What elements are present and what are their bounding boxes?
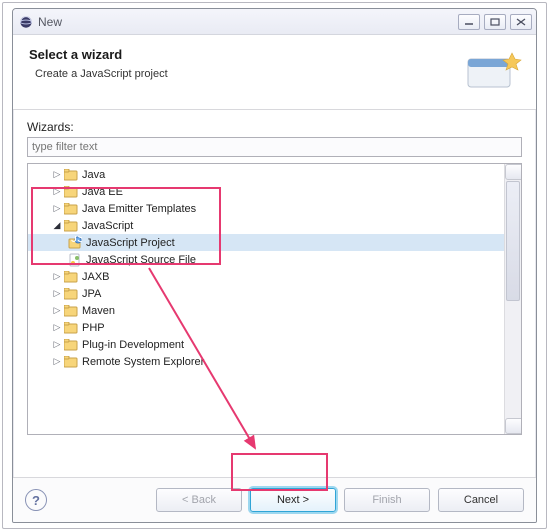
- new-wizard-dialog: New Select a wizard Create a JavaScript …: [12, 8, 537, 523]
- tree-scrollbar[interactable]: ▲ ▼: [504, 164, 521, 434]
- tree-item-rse[interactable]: ▷Remote System Explorer: [28, 353, 504, 370]
- tree-item-javaee[interactable]: ▷Java EE: [28, 183, 504, 200]
- titlebar[interactable]: New: [13, 9, 536, 35]
- next-button[interactable]: Next >: [250, 488, 336, 512]
- tree-item-jaxb[interactable]: ▷JAXB: [28, 268, 504, 285]
- scroll-down-button[interactable]: ▼: [505, 418, 522, 434]
- wizards-label: Wizards:: [27, 120, 522, 134]
- wizard-header: Select a wizard Create a JavaScript proj…: [13, 35, 536, 109]
- tree-item-javascript[interactable]: ◢JavaScript: [28, 217, 504, 234]
- page-subtitle: Create a JavaScript project: [35, 68, 462, 80]
- tree-item-plugin-dev[interactable]: ▷Plug-in Development: [28, 336, 504, 353]
- maximize-button[interactable]: [484, 14, 506, 30]
- scroll-up-button[interactable]: ▲: [505, 164, 522, 180]
- tree-item-php[interactable]: ▷PHP: [28, 319, 504, 336]
- help-button[interactable]: ?: [25, 489, 47, 511]
- tree-item-javascript-project[interactable]: JSJavaScript Project: [28, 234, 504, 251]
- tree-item-jpa[interactable]: ▷JPA: [28, 285, 504, 302]
- close-button[interactable]: [510, 14, 532, 30]
- wizard-banner-icon: [462, 47, 522, 95]
- dialog-footer: ? < Back Next > Finish Cancel: [13, 477, 536, 522]
- svg-text:JS: JS: [71, 236, 82, 245]
- wizard-tree[interactable]: ▷Java ▷Java EE ▷Java Emitter Templates ◢…: [27, 163, 522, 435]
- minimize-button[interactable]: [458, 14, 480, 30]
- window-title: New: [38, 15, 458, 29]
- cancel-button[interactable]: Cancel: [438, 488, 524, 512]
- filter-input[interactable]: [27, 137, 522, 157]
- tree-item-javascript-source-file[interactable]: JavaScript Source File: [28, 251, 504, 268]
- back-button[interactable]: < Back: [156, 488, 242, 512]
- tree-item-maven[interactable]: ▷Maven: [28, 302, 504, 319]
- finish-button[interactable]: Finish: [344, 488, 430, 512]
- scroll-thumb[interactable]: [506, 181, 520, 301]
- page-title: Select a wizard: [29, 47, 462, 62]
- eclipse-icon: [19, 15, 33, 29]
- tree-item-java[interactable]: ▷Java: [28, 166, 504, 183]
- tree-item-jet[interactable]: ▷Java Emitter Templates: [28, 200, 504, 217]
